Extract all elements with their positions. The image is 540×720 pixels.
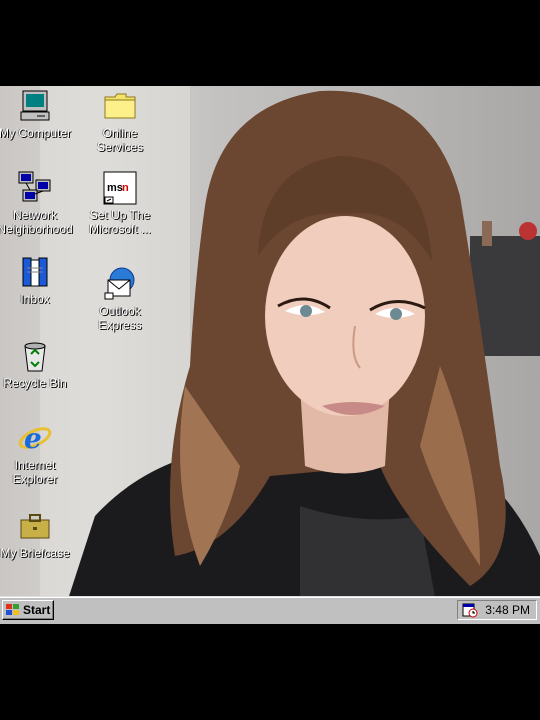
icon-label: Network Neighborhood xyxy=(0,208,73,236)
icon-label: My Computer xyxy=(0,126,72,140)
icon-label: Inbox xyxy=(20,292,50,306)
svg-text:e: e xyxy=(24,422,42,455)
outlook-express-shortcut[interactable]: Outlook Express xyxy=(81,266,159,332)
desktop: My Computer Online Services Network Neig… xyxy=(0,86,540,624)
set-up-microsoft-network-shortcut[interactable]: ms n Set Up The Microsoft ... xyxy=(81,170,159,236)
briefcase-icon xyxy=(20,514,50,539)
my-computer-icon xyxy=(20,90,50,121)
scheduler-icon[interactable] xyxy=(462,602,478,618)
icon-label: Online Services xyxy=(96,126,143,154)
svg-text:n: n xyxy=(122,182,129,194)
recycle-bin-icon xyxy=(24,342,46,372)
start-button[interactable]: Start xyxy=(2,600,54,620)
folder-icon xyxy=(104,93,136,119)
start-label: Start xyxy=(23,603,51,617)
internet-explorer-shortcut[interactable]: e Internet Explorer xyxy=(0,420,74,486)
wallpaper-photo xyxy=(0,86,540,624)
svg-text:ms: ms xyxy=(107,182,123,194)
msn-icon: ms n xyxy=(103,171,137,205)
inbox-icon xyxy=(22,257,48,287)
my-briefcase-shortcut[interactable]: My Briefcase xyxy=(0,508,74,560)
network-neighborhood-shortcut[interactable]: Network Neighborhood xyxy=(0,170,74,236)
icon-label: Internet Explorer xyxy=(12,458,58,486)
windows-logo-icon xyxy=(6,604,19,615)
my-computer-shortcut[interactable]: My Computer xyxy=(0,88,74,140)
icon-label: Set Up The Microsoft ... xyxy=(88,208,151,236)
icon-label: Recycle Bin xyxy=(3,376,67,390)
outlook-express-icon xyxy=(104,267,135,300)
icon-label: My Briefcase xyxy=(0,546,70,560)
clock[interactable]: 3:48 PM xyxy=(485,603,530,617)
system-tray: 3:48 PM xyxy=(457,600,537,620)
online-services-shortcut[interactable]: Online Services xyxy=(81,88,159,154)
inbox-shortcut[interactable]: Inbox xyxy=(0,254,74,306)
internet-explorer-icon: e xyxy=(18,422,52,455)
taskbar: Start 3:48 PM xyxy=(0,596,540,624)
icon-label: Outlook Express xyxy=(98,304,142,332)
network-neighborhood-icon xyxy=(18,171,51,202)
recycle-bin-shortcut[interactable]: Recycle Bin xyxy=(0,338,74,390)
